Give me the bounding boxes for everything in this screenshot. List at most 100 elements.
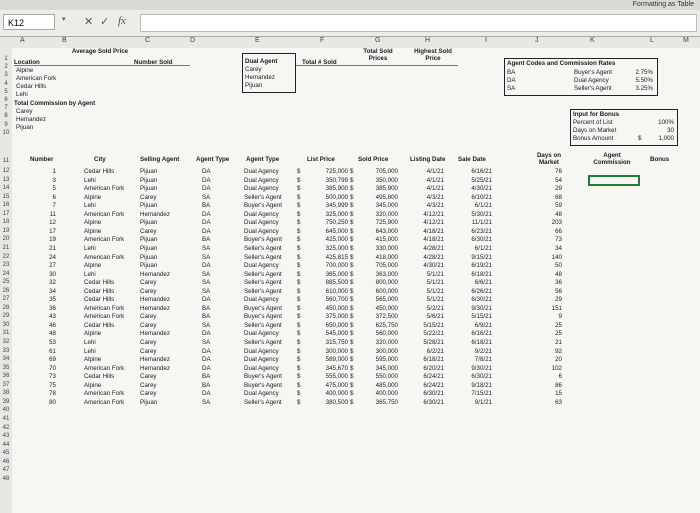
cell-list-price[interactable]: 885,500 — [306, 279, 348, 286]
cell-city[interactable]: American Fork — [84, 365, 124, 372]
cell-number[interactable]: 48 — [42, 330, 56, 337]
cell-selling-agent[interactable]: Carey — [140, 313, 157, 320]
row-header[interactable]: 39 — [0, 399, 12, 405]
cell-listing-date[interactable]: 5/1/21 — [410, 296, 444, 303]
cell-agent-code[interactable]: SA — [202, 288, 210, 295]
cell-agent-type[interactable]: Seller's Agent — [244, 339, 282, 346]
cell-list-price[interactable]: 345,999 — [306, 202, 348, 209]
cell-city[interactable]: American Fork — [84, 254, 124, 261]
cell-listing-date[interactable]: 5/1/21 — [410, 279, 444, 286]
cell-agent-type[interactable]: Buyer's Agent — [244, 236, 282, 243]
row-header[interactable]: 7 — [0, 105, 12, 111]
cell-list-price[interactable]: 325,000 — [306, 245, 348, 252]
cell-selling-agent[interactable]: Pijuan — [140, 202, 157, 209]
row-header[interactable]: 27 — [0, 296, 12, 302]
cell-selling-agent[interactable]: Carey — [140, 288, 157, 295]
cell-days-on-market[interactable]: 48 — [532, 271, 562, 278]
cell-sale-date[interactable]: 4/30/21 — [458, 185, 492, 192]
cell-city[interactable]: Cedar Hills — [84, 279, 114, 286]
fx-icon[interactable]: fx — [118, 15, 126, 27]
cell-list-price[interactable]: 450,000 — [306, 305, 348, 312]
cell-days-on-market[interactable]: 25 — [532, 330, 562, 337]
cell-sold-price[interactable]: 550,000 — [356, 373, 398, 380]
cell-listing-date[interactable]: 4/28/21 — [410, 254, 444, 261]
cell-agent-code[interactable]: BA — [202, 373, 210, 380]
cell-selling-agent[interactable]: Pijuan — [140, 399, 157, 406]
cell-sold-price[interactable]: 725,900 — [356, 219, 398, 226]
cell-agent-type[interactable]: Buyer's Agent — [244, 305, 282, 312]
cell-list-price[interactable]: 545,000 — [306, 330, 348, 337]
cell-agent-code[interactable]: DA — [202, 262, 211, 269]
cell-sold-price[interactable]: 345,000 — [356, 202, 398, 209]
cell-sold-price[interactable]: 400,000 — [356, 390, 398, 397]
cell-list-price[interactable]: 750,250 — [306, 219, 348, 226]
cell-number[interactable]: 11 — [42, 211, 56, 218]
column-header-h[interactable]: H — [425, 37, 430, 44]
cell-listing-date[interactable]: 4/1/21 — [410, 185, 444, 192]
cell-selling-agent[interactable]: Carey — [140, 390, 157, 397]
cell-number[interactable]: 73 — [42, 373, 56, 380]
row-header[interactable]: 47 — [0, 467, 12, 473]
cell-number[interactable]: 78 — [42, 390, 56, 397]
cell-agent-code[interactable]: SA — [202, 339, 210, 346]
cell-city[interactable]: Alpine — [84, 330, 101, 337]
cell-listing-date[interactable]: 6/24/21 — [410, 373, 444, 380]
cell-list-price[interactable]: 589,000 — [306, 356, 348, 363]
cell-days-on-market[interactable]: 15 — [532, 390, 562, 397]
cell-listing-date[interactable]: 4/28/21 — [410, 245, 444, 252]
cell-agent-code[interactable]: SA — [202, 194, 210, 201]
column-header-a[interactable]: A — [20, 37, 25, 44]
row-header[interactable]: 11 — [0, 158, 12, 164]
cell-sold-price[interactable]: 330,000 — [356, 245, 398, 252]
cell-agent-type[interactable]: Buyer's Agent — [244, 202, 282, 209]
cell-number[interactable]: 70 — [42, 365, 56, 372]
cell-selling-agent[interactable]: Hemandez — [140, 365, 170, 372]
cell-listing-date[interactable]: 4/3/21 — [410, 202, 444, 209]
cell-number[interactable]: 19 — [42, 236, 56, 243]
cell-listing-date[interactable]: 5/6/21 — [410, 313, 444, 320]
cell-listing-date[interactable]: 4/12/21 — [410, 211, 444, 218]
cell-selling-agent[interactable]: Carey — [140, 348, 157, 355]
row-header[interactable]: 25 — [0, 279, 12, 285]
cell-agent-code[interactable]: SA — [202, 271, 210, 278]
cell-selling-agent[interactable]: Pijuan — [140, 262, 157, 269]
cell-agent-code[interactable]: DA — [202, 390, 211, 397]
cell-sold-price[interactable]: 372,500 — [356, 313, 398, 320]
cell-days-on-market[interactable]: 6 — [532, 373, 562, 380]
cell-agent-type[interactable]: Dual Agency — [244, 219, 279, 226]
row-header[interactable]: 38 — [0, 390, 12, 396]
cell-sold-price[interactable]: 363,000 — [356, 271, 398, 278]
cell-listing-date[interactable]: 4/1/21 — [410, 168, 444, 175]
cell-days-on-market[interactable]: 86 — [532, 382, 562, 389]
row-header[interactable]: 35 — [0, 365, 12, 371]
cell-selling-agent[interactable]: Pijuan — [140, 219, 157, 226]
cell-agent-code[interactable]: DA — [202, 211, 211, 218]
cell-sold-price[interactable]: 600,000 — [356, 288, 398, 295]
column-header-g[interactable]: G — [375, 37, 380, 44]
cell-days-on-market[interactable]: 34 — [532, 245, 562, 252]
cell-selling-agent[interactable]: Pijuan — [140, 177, 157, 184]
cell-number[interactable]: 17 — [42, 228, 56, 235]
cell-sale-date[interactable]: 9/1/21 — [458, 399, 492, 406]
cell-selling-agent[interactable]: Hemandez — [140, 356, 170, 363]
row-header[interactable]: 1 — [0, 56, 12, 62]
row-header[interactable]: 41 — [0, 416, 12, 422]
row-header[interactable]: 29 — [0, 313, 12, 319]
cell-city[interactable]: Lehi — [84, 271, 96, 278]
row-header[interactable]: 15 — [0, 194, 12, 200]
cell-agent-type[interactable]: Dual Agency — [244, 348, 279, 355]
cell-listing-date[interactable]: 6/20/21 — [410, 365, 444, 372]
cell-listing-date[interactable]: 6/30/21 — [410, 399, 444, 406]
cell-city[interactable]: Lehi — [84, 202, 96, 209]
cell-list-price[interactable]: 400,000 — [306, 390, 348, 397]
cell-listing-date[interactable]: 5/22/21 — [410, 330, 444, 337]
cell-listing-date[interactable]: 5/1/21 — [410, 288, 444, 295]
name-box[interactable]: K12 — [3, 14, 55, 30]
cell-listing-date[interactable]: 5/15/21 — [410, 322, 444, 329]
column-header-f[interactable]: F — [320, 37, 324, 44]
worksheet-grid[interactable]: Location Average Sold Price Number Sold … — [12, 48, 700, 513]
cell-selling-agent[interactable]: Carey — [140, 322, 157, 329]
column-header-i[interactable]: I — [485, 37, 487, 44]
cell-agent-type[interactable]: Seller's Agent — [244, 279, 282, 286]
cell-sale-date[interactable]: 6/30/21 — [458, 373, 492, 380]
